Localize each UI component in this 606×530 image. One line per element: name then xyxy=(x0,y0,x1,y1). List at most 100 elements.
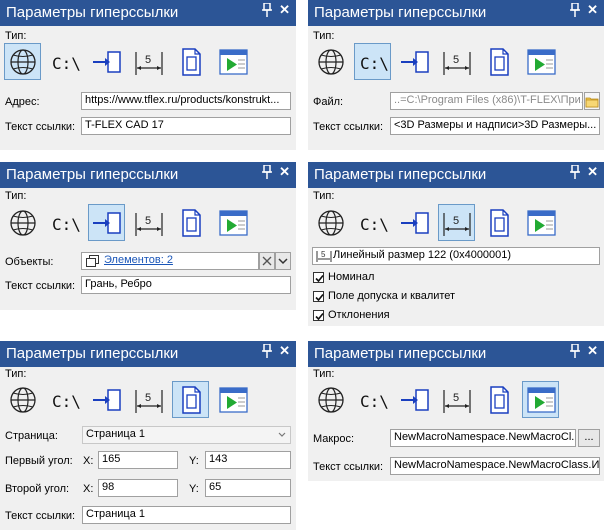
type-button-globe[interactable] xyxy=(4,381,41,418)
type-button-drive-path[interactable]: C:\ xyxy=(46,381,83,418)
type-button-globe[interactable] xyxy=(4,43,41,80)
second-x-field[interactable]: 98 xyxy=(98,479,178,497)
close-icon[interactable]: ✕ xyxy=(279,164,290,180)
svg-text:C:\: C:\ xyxy=(52,54,81,73)
type-button-globe[interactable] xyxy=(312,381,349,418)
type-button-object-arrow[interactable] xyxy=(88,381,125,418)
panel-titlebar: Параметры гиперссылки ✕ xyxy=(308,0,604,26)
chevron-down-icon[interactable] xyxy=(275,252,291,270)
type-button-dimension[interactable]: 5 xyxy=(438,381,475,418)
type-button-macro-window[interactable] xyxy=(214,204,251,241)
type-button-macro-window[interactable] xyxy=(214,381,251,418)
type-button-dimension[interactable]: 5 xyxy=(438,43,475,80)
first-x-label: X: xyxy=(83,455,94,467)
address-field[interactable]: https://www.tflex.ru/products/konstrukt.… xyxy=(81,92,291,110)
second-y-label: Y: xyxy=(189,483,199,495)
chevron-down-icon xyxy=(278,432,286,437)
close-icon[interactable]: ✕ xyxy=(587,2,598,18)
object-arrow-icon xyxy=(401,389,429,411)
first-y-field[interactable]: 143 xyxy=(205,451,291,469)
macro-window-icon xyxy=(527,210,556,236)
type-label: Тип: xyxy=(313,368,335,380)
file-field[interactable]: ..=C:\Program Files (x86)\T-FLEX\При... xyxy=(390,92,583,110)
page-select[interactable]: Страница 1 xyxy=(82,426,291,444)
objects-field[interactable]: Элементов: 2 xyxy=(81,252,259,270)
close-icon[interactable]: ✕ xyxy=(587,343,598,359)
type-button-page[interactable] xyxy=(172,204,209,241)
type-button-globe[interactable] xyxy=(4,204,41,241)
type-button-drive-path[interactable]: C:\ xyxy=(354,204,391,241)
file-label: Файл: xyxy=(313,96,344,108)
type-button-object-arrow[interactable] xyxy=(396,204,433,241)
panel-titlebar: Параметры гиперссылки ✕ xyxy=(0,0,296,26)
nominal-checkbox[interactable] xyxy=(313,272,324,283)
type-button-object-arrow[interactable] xyxy=(396,43,433,80)
type-button-dimension[interactable]: 5 xyxy=(130,204,167,241)
type-button-drive-path[interactable]: C:\ xyxy=(354,43,391,80)
dimension-field[interactable]: 5 Линейный размер 122 (0x4000001) xyxy=(312,247,600,265)
pin-icon[interactable] xyxy=(570,3,580,17)
close-icon[interactable]: ✕ xyxy=(279,2,290,18)
pin-icon[interactable] xyxy=(262,344,272,358)
folder-browse-icon[interactable] xyxy=(584,92,600,110)
type-button-page[interactable] xyxy=(480,43,517,80)
type-button-macro-window[interactable] xyxy=(522,381,559,418)
link-text-field[interactable]: <3D Размеры и надписи>3D Размеры... xyxy=(390,117,600,135)
macro-label: Макрос: xyxy=(313,433,355,445)
close-icon[interactable]: ✕ xyxy=(587,164,598,180)
link-text-field[interactable]: Грань, Ребро xyxy=(81,276,291,294)
browse-macro-button[interactable]: ... xyxy=(578,429,600,447)
second-y-field[interactable]: 65 xyxy=(205,479,291,497)
type-button-dimension[interactable]: 5 xyxy=(130,381,167,418)
objects-count-link[interactable]: Элементов: 2 xyxy=(104,254,173,266)
deviations-label: Отклонения xyxy=(328,309,390,321)
type-button-page[interactable] xyxy=(480,381,517,418)
drive-path-icon: C:\ xyxy=(360,54,389,73)
type-button-drive-path[interactable]: C:\ xyxy=(46,43,83,80)
first-x-field[interactable]: 165 xyxy=(98,451,178,469)
type-button-page[interactable] xyxy=(172,381,209,418)
type-label: Тип: xyxy=(5,368,27,380)
type-button-macro-window[interactable] xyxy=(522,204,559,241)
type-button-globe[interactable] xyxy=(312,204,349,241)
first-y-label: Y: xyxy=(189,455,199,467)
drive-path-icon: C:\ xyxy=(52,215,81,234)
type-button-dimension[interactable]: 5 xyxy=(130,43,167,80)
dimension-icon: 5 xyxy=(443,213,471,236)
pin-icon[interactable] xyxy=(570,165,580,179)
type-button-page[interactable] xyxy=(480,204,517,241)
type-button-object-arrow[interactable] xyxy=(396,381,433,418)
macro-field[interactable]: NewMacroNamespace.NewMacroCl... xyxy=(390,429,576,447)
second-corner-label: Второй угол: xyxy=(5,483,70,495)
pin-icon[interactable] xyxy=(570,344,580,358)
type-button-globe[interactable] xyxy=(312,43,349,80)
type-button-object-arrow[interactable] xyxy=(88,204,125,241)
link-text-label: Текст ссылки: xyxy=(5,510,76,522)
page-icon xyxy=(182,386,201,414)
dimension-icon: 5 xyxy=(135,390,163,413)
type-button-drive-path[interactable]: C:\ xyxy=(354,381,391,418)
link-text-field[interactable]: Страница 1 xyxy=(82,506,291,524)
drive-path-icon: C:\ xyxy=(52,392,81,411)
type-label: Тип: xyxy=(5,190,27,202)
link-text-field[interactable]: T-FLEX CAD 17 xyxy=(81,117,291,135)
type-button-drive-path[interactable]: C:\ xyxy=(46,204,83,241)
dimension-icon: 5 xyxy=(135,52,163,75)
link-text-field[interactable]: NewMacroNamespace.NewMacroClass.И... xyxy=(390,457,600,475)
type-button-dimension[interactable]: 5 xyxy=(438,204,475,241)
second-x-label: X: xyxy=(83,483,94,495)
clear-selection-icon[interactable] xyxy=(259,252,275,270)
close-icon[interactable]: ✕ xyxy=(279,343,290,359)
pin-icon[interactable] xyxy=(262,3,272,17)
macro-window-icon xyxy=(219,49,248,75)
pin-icon[interactable] xyxy=(262,165,272,179)
type-button-object-arrow[interactable] xyxy=(88,43,125,80)
link-text-label: Текст ссылки: xyxy=(313,121,384,133)
svg-text:C:\: C:\ xyxy=(360,54,389,73)
type-button-page[interactable] xyxy=(172,43,209,80)
tolerance-checkbox[interactable] xyxy=(313,291,324,302)
deviations-checkbox[interactable] xyxy=(313,310,324,321)
globe-icon xyxy=(318,387,344,413)
type-button-macro-window[interactable] xyxy=(214,43,251,80)
type-button-macro-window[interactable] xyxy=(522,43,559,80)
